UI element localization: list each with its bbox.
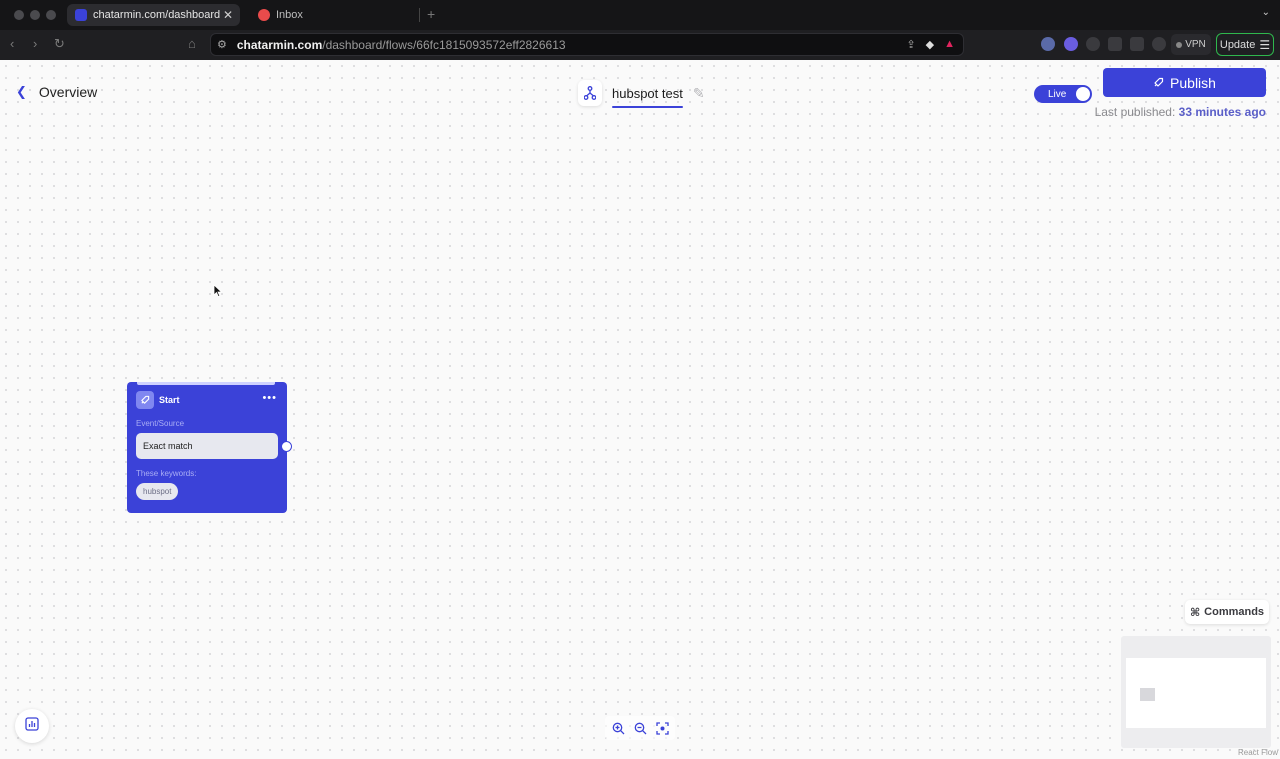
vpn-button[interactable]: VPN (1171, 34, 1211, 55)
flow-title-group: hubspot test ✎ (578, 80, 705, 108)
tab-title: Inbox (276, 9, 303, 21)
keyword-chip[interactable]: hubspot (136, 483, 179, 500)
start-node[interactable]: Start ••• Event/Source Exact match These… (127, 382, 287, 513)
address-bar[interactable]: ⚙ chatarmin.com/dashboard/flows/66fc1815… (210, 33, 964, 56)
mouse-cursor-icon (213, 284, 223, 298)
publish-label: Publish (1170, 74, 1216, 91)
extension-gear-icon[interactable] (1064, 37, 1078, 51)
commands-label: Commands (1204, 606, 1265, 618)
sidebar-toggle-icon[interactable] (1108, 37, 1122, 51)
last-published-time: 33 minutes ago (1178, 105, 1266, 119)
site-settings-icon[interactable]: ⚙ (217, 38, 227, 51)
analytics-button[interactable] (15, 709, 49, 743)
share-icon[interactable]: ⇪ (906, 38, 915, 51)
rocket-icon (1153, 75, 1164, 91)
last-published-status: Last published: 33 minutes ago (1095, 105, 1266, 119)
analytics-icon (25, 716, 39, 736)
flow-name[interactable]: hubspot test (612, 86, 683, 108)
update-label: Update (1219, 38, 1256, 51)
update-button[interactable]: Update ☰ (1216, 33, 1274, 56)
forward-arrow-icon[interactable]: › (33, 37, 37, 51)
back-arrow-icon[interactable]: ‹ (10, 37, 14, 51)
zoom-controls (605, 716, 675, 740)
tab-chatarmin[interactable]: chatarmin.com/dashboard/flows/66fc181509… (67, 4, 240, 26)
node-output-handle[interactable] (281, 441, 292, 452)
flow-branch-icon (578, 80, 602, 106)
zoom-out-icon[interactable] (631, 719, 649, 737)
node-title: Start (159, 395, 180, 405)
tab-divider (419, 8, 420, 22)
pencil-icon[interactable]: ✎ (693, 85, 705, 102)
window-close-button[interactable] (14, 10, 24, 20)
new-tab-button[interactable]: + (427, 6, 435, 22)
tab-bar: chatarmin.com/dashboard/flows/66fc181509… (0, 0, 1280, 30)
toggle-knob (1076, 87, 1090, 101)
brave-shield-icon[interactable]: ◆ (926, 38, 934, 51)
tab-title: chatarmin.com/dashboard/flows/66fc181509… (93, 9, 220, 21)
keywords-label: These keywords: (136, 469, 197, 478)
vpn-status-icon (1176, 41, 1183, 48)
inbox-favicon-icon (258, 9, 270, 21)
publish-button[interactable]: Publish (1103, 68, 1266, 97)
fit-view-icon[interactable] (653, 719, 671, 737)
menu-hamburger-icon: ☰ (1259, 37, 1271, 52)
minimap[interactable] (1121, 636, 1271, 748)
wallet-icon[interactable] (1130, 37, 1144, 51)
bookmark-icon[interactable]: ⌂ (188, 37, 196, 51)
browser-chrome: chatarmin.com/dashboard/flows/66fc181509… (0, 0, 1280, 60)
back-to-overview-link[interactable]: ❮ Overview (16, 84, 97, 100)
node-top-accent (137, 382, 275, 385)
window-minimize-button[interactable] (30, 10, 40, 20)
command-key-icon: ⌘ (1189, 606, 1201, 619)
live-label: Live (1048, 88, 1067, 100)
chatarmin-favicon-icon (75, 9, 87, 21)
event-source-label: Event/Source (136, 419, 185, 428)
brave-rewards-icon[interactable]: ▲ (944, 38, 955, 51)
url-text: chatarmin.com/dashboard/flows/66fc181509… (236, 37, 566, 52)
tab-list-chevron-icon[interactable]: ⌄ (1262, 7, 1270, 18)
match-type-field[interactable]: Exact match (136, 433, 278, 459)
react-flow-attribution[interactable]: React Flow (1238, 748, 1278, 757)
overview-label: Overview (38, 84, 98, 100)
chevron-left-icon: ❮ (16, 84, 27, 99)
commands-button[interactable]: ⌘ Commands (1185, 600, 1269, 624)
live-toggle[interactable]: Live (1034, 85, 1092, 103)
leo-ai-icon[interactable] (1152, 37, 1166, 51)
extension-1password-icon[interactable] (1041, 37, 1055, 51)
extensions-puzzle-icon[interactable] (1086, 37, 1100, 51)
minimap-node (1140, 688, 1155, 701)
vpn-label: VPN (1185, 39, 1206, 50)
reload-icon[interactable]: ↻ (54, 37, 65, 51)
zoom-in-icon[interactable] (609, 719, 627, 737)
more-options-icon[interactable]: ••• (262, 392, 277, 404)
tab-inbox[interactable]: Inbox (250, 4, 420, 26)
tab-close-icon[interactable]: ✕ (220, 8, 236, 22)
rocket-icon (136, 391, 154, 409)
last-published-prefix: Last published: (1094, 105, 1176, 119)
window-zoom-button[interactable] (46, 10, 56, 20)
